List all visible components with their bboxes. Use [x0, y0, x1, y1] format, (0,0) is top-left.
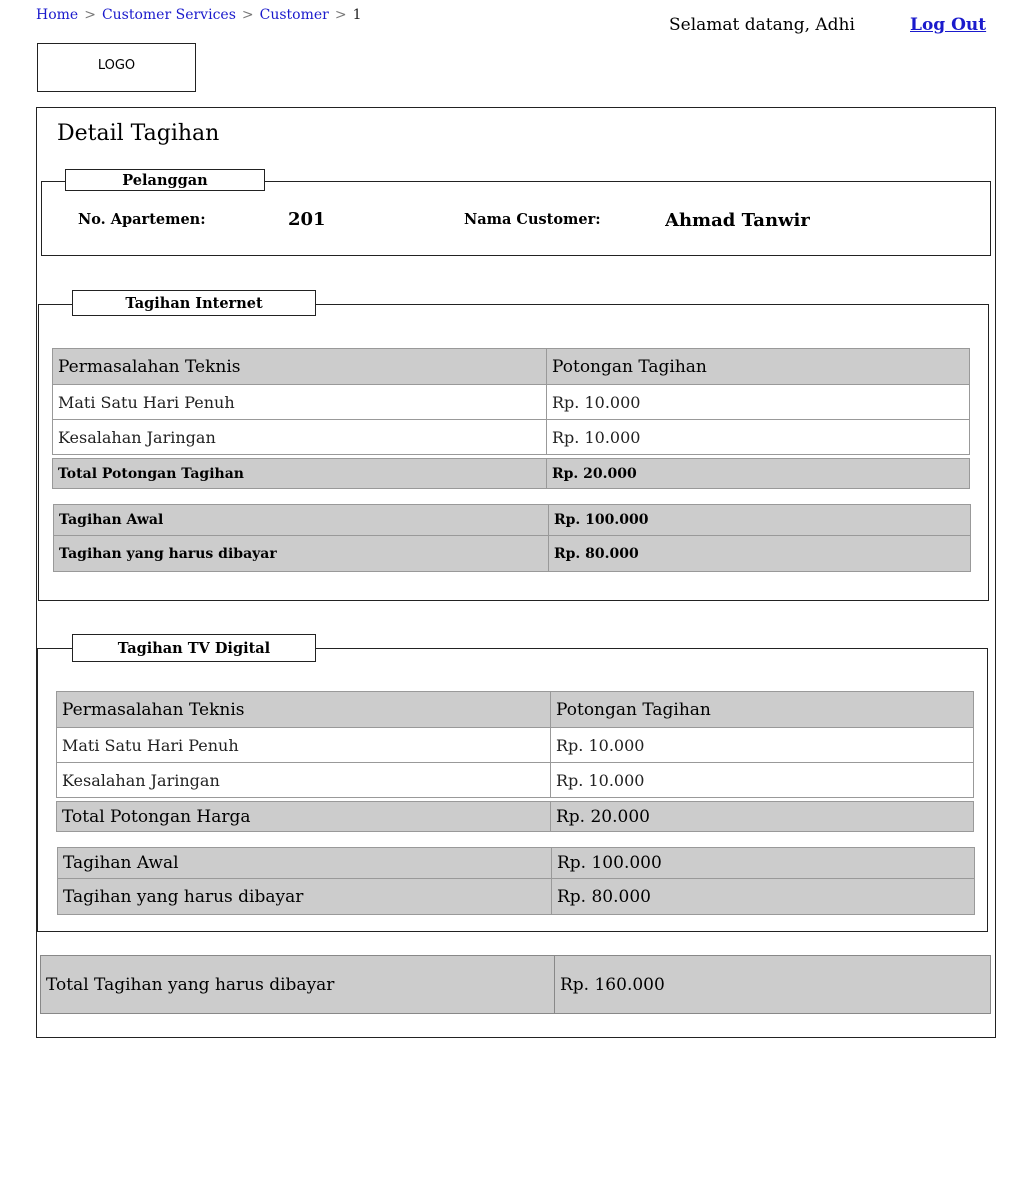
table-row: Mati Satu Hari Penuh Rp. 10.000 [52, 384, 970, 420]
table-row: Mati Satu Hari Penuh Rp. 10.000 [56, 727, 974, 763]
table-cell: Rp. 10.000 [546, 419, 970, 455]
due-bill-value: Rp. 80.000 [551, 878, 975, 915]
internet-table: Permasalahan Teknis Potongan Tagihan Mat… [52, 348, 970, 455]
customer-name-value: Ahmad Tanwir [665, 210, 810, 231]
breadcrumb-current: 1 [352, 7, 362, 23]
initial-bill-label: Tagihan Awal [57, 847, 552, 879]
initial-bill-value: Rp. 100.000 [548, 504, 971, 536]
breadcrumb-separator: > [84, 7, 96, 23]
table-cell: Mati Satu Hari Penuh [56, 727, 551, 763]
tv-table: Permasalahan Teknis Potongan Tagihan Mat… [56, 691, 974, 798]
internet-legend: Tagihan Internet [72, 290, 316, 316]
due-bill-label: Tagihan yang harus dibayar [53, 535, 549, 572]
initial-bill-label: Tagihan Awal [53, 504, 549, 536]
breadcrumb-customer-services-link[interactable]: Customer Services [102, 7, 236, 23]
pelanggan-legend: Pelanggan [65, 169, 265, 191]
grand-total-row: Total Tagihan yang harus dibayar Rp. 160… [40, 955, 991, 1014]
logout-link[interactable]: Log Out [910, 15, 986, 35]
internet-total-table: Total Potongan Tagihan Rp. 20.000 [52, 458, 970, 489]
table-header-row: Permasalahan Teknis Potongan Tagihan [56, 691, 974, 728]
tv-summary-table: Tagihan Awal Rp. 100.000 Tagihan yang ha… [57, 847, 975, 915]
breadcrumb-separator: > [241, 7, 254, 23]
due-bill-value: Rp. 80.000 [548, 535, 971, 572]
logo[interactable]: LOGO [37, 43, 196, 92]
internet-summary-table: Tagihan Awal Rp. 100.000 Tagihan yang ha… [53, 504, 971, 572]
table-row: Kesalahan Jaringan Rp. 10.000 [56, 762, 974, 798]
initial-bill-value: Rp. 100.000 [551, 847, 975, 879]
apartment-label: No. Apartemen: [78, 211, 206, 228]
column-header: Permasalahan Teknis [56, 691, 551, 728]
table-cell: Rp. 10.000 [546, 384, 970, 420]
grand-total-label: Total Tagihan yang harus dibayar [40, 955, 555, 1014]
summary-row: Tagihan Awal Rp. 100.000 [57, 847, 975, 879]
breadcrumb-separator: > [334, 7, 347, 23]
breadcrumb-customer-link[interactable]: Customer [260, 7, 329, 23]
table-cell: Kesalahan Jaringan [56, 762, 551, 798]
summary-row: Tagihan yang harus dibayar Rp. 80.000 [53, 535, 971, 572]
column-header: Potongan Tagihan [550, 691, 974, 728]
table-header-row: Permasalahan Teknis Potongan Tagihan [52, 348, 970, 385]
column-header: Potongan Tagihan [546, 348, 970, 385]
table-cell: Rp. 10.000 [550, 762, 974, 798]
total-row: Total Potongan Harga Rp. 20.000 [56, 801, 974, 832]
table-cell: Kesalahan Jaringan [52, 419, 547, 455]
total-label: Total Potongan Tagihan [52, 458, 547, 489]
page-title: Detail Tagihan [57, 121, 220, 146]
table-cell: Mati Satu Hari Penuh [52, 384, 547, 420]
due-bill-label: Tagihan yang harus dibayar [57, 878, 552, 915]
breadcrumb: Home > Customer Services > Customer >1 [36, 7, 362, 23]
summary-row: Tagihan yang harus dibayar Rp. 80.000 [57, 878, 975, 915]
tv-legend: Tagihan TV Digital [72, 634, 316, 662]
apartment-value: 201 [288, 209, 326, 230]
summary-row: Tagihan Awal Rp. 100.000 [53, 504, 971, 536]
welcome-text: Selamat datang, Adhi [669, 15, 855, 35]
customer-name-label: Nama Customer: [464, 211, 601, 228]
total-value: Rp. 20.000 [550, 801, 974, 832]
table-row: Kesalahan Jaringan Rp. 10.000 [52, 419, 970, 455]
breadcrumb-home-link[interactable]: Home [36, 7, 78, 23]
table-cell: Rp. 10.000 [550, 727, 974, 763]
tv-total-table: Total Potongan Harga Rp. 20.000 [56, 801, 974, 832]
grand-total-value: Rp. 160.000 [554, 955, 991, 1014]
total-row: Total Potongan Tagihan Rp. 20.000 [52, 458, 970, 489]
column-header: Permasalahan Teknis [52, 348, 547, 385]
grand-total-table: Total Tagihan yang harus dibayar Rp. 160… [40, 955, 991, 1014]
total-value: Rp. 20.000 [546, 458, 970, 489]
total-label: Total Potongan Harga [56, 801, 551, 832]
